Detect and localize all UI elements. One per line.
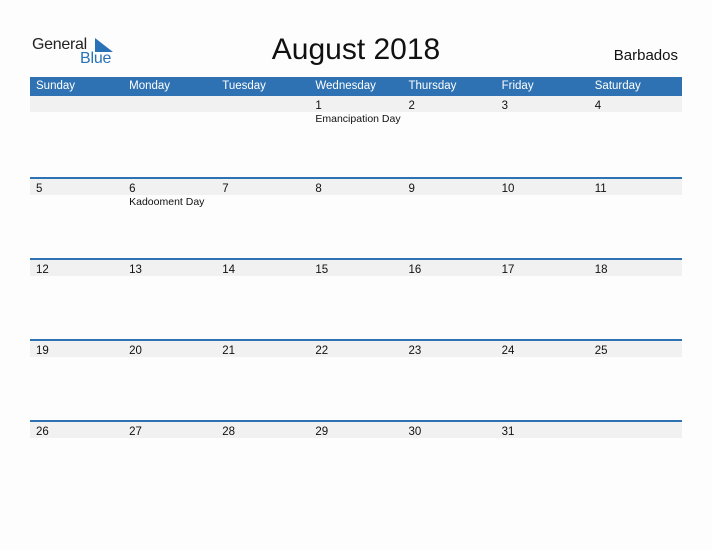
day-number: 8 — [315, 183, 322, 195]
day-number: 16 — [408, 264, 422, 276]
day-cell — [30, 96, 123, 112]
day-number: 29 — [315, 426, 329, 438]
day-number: 19 — [36, 345, 49, 357]
day-cell — [123, 96, 216, 112]
day-number: 28 — [222, 426, 236, 438]
day-number: 26 — [36, 426, 49, 438]
date-strip: 12 13 14 15 16 17 18 — [30, 260, 682, 276]
day-cell: 29 — [309, 422, 402, 438]
day-number: 18 — [594, 264, 608, 276]
holiday-label: Kadooment Day — [129, 196, 205, 208]
day-cell — [589, 422, 682, 438]
day-cell: 5 — [30, 179, 123, 195]
day-cell: 31 — [496, 422, 589, 438]
day-cell: 14 — [216, 260, 309, 276]
date-strip: 5 6 Kadooment Day 7 8 9 10 11 — [30, 179, 682, 208]
day-number: 4 — [594, 100, 602, 112]
day-number: 20 — [129, 345, 142, 357]
day-cell: 22 — [309, 341, 402, 357]
day-cell: 18 — [589, 260, 682, 276]
day-number: 5 — [36, 183, 43, 195]
day-cell: 28 — [216, 422, 309, 438]
day-cell: 27 — [123, 422, 216, 438]
day-cell: 19 — [30, 341, 123, 357]
day-cell: 21 — [216, 341, 309, 357]
holiday-label: Emancipation Day — [315, 113, 401, 125]
day-number: 3 — [501, 100, 509, 112]
day-cell: 4 — [589, 96, 682, 112]
day-number: 30 — [408, 426, 422, 438]
week-row: 5 6 Kadooment Day 7 8 9 10 11 — [30, 177, 682, 258]
day-cell: 15 — [309, 260, 402, 276]
day-cell: 10 — [496, 179, 589, 195]
day-number: 23 — [408, 345, 422, 357]
day-cell: 2 — [403, 96, 496, 112]
day-number: 14 — [222, 264, 236, 276]
day-cell — [216, 96, 309, 112]
day-cell: 8 — [309, 179, 402, 195]
day-number: 11 — [594, 183, 607, 195]
week-row: 1 Emancipation Day 2 3 4 — [30, 96, 682, 177]
day-cell: 6 Kadooment Day — [123, 179, 216, 208]
day-cell: 9 — [403, 179, 496, 195]
day-number: 10 — [501, 183, 515, 195]
date-strip: 26 27 28 29 30 31 — [30, 422, 682, 438]
day-number: 2 — [408, 100, 415, 112]
day-number: 31 — [501, 426, 515, 438]
day-cell: 11 — [589, 179, 682, 195]
weekday-header: Sunday Monday Tuesday Wednesday Thursday Frid… — [30, 77, 682, 96]
day-cell: 30 — [403, 422, 496, 438]
day-number: 17 — [501, 264, 515, 276]
day-number: 15 — [315, 264, 329, 276]
day-cell: 20 — [123, 341, 216, 357]
page-title: August 2018 — [271, 33, 441, 66]
weekday-wednesday: Wednesday — [315, 80, 376, 92]
day-number: 6 — [129, 183, 136, 195]
day-cell: 7 — [216, 179, 309, 195]
day-cell: 24 — [496, 341, 589, 357]
date-strip: 1 Emancipation Day 2 3 4 — [30, 96, 682, 125]
day-number: 12 — [36, 264, 49, 276]
date-strip: 19 20 21 22 23 24 25 — [30, 341, 682, 357]
day-cell: 26 — [30, 422, 123, 438]
day-cell: 3 — [496, 96, 589, 112]
day-cell: 1 Emancipation Day — [309, 96, 402, 125]
week-row: 19 20 21 22 23 24 25 — [30, 339, 682, 420]
day-cell: 23 — [403, 341, 496, 357]
day-number: 13 — [129, 264, 142, 276]
week-row: 12 13 14 15 16 17 18 — [30, 258, 682, 339]
day-cell: 25 — [589, 341, 682, 357]
day-cell: 16 — [403, 260, 496, 276]
day-number: 9 — [408, 183, 415, 195]
calendar-grid: Sunday Monday Tuesday Wednesday Thursday Frid… — [30, 77, 682, 501]
weekday-monday: Monday — [129, 80, 171, 92]
weekday-sunday: Sunday — [36, 80, 76, 92]
day-number: 7 — [222, 183, 229, 195]
week-row: 26 27 28 29 30 31 — [30, 420, 682, 501]
day-number: 1 — [315, 100, 322, 112]
day-number: 22 — [315, 345, 329, 357]
day-number: 24 — [501, 345, 515, 357]
weekday-saturday: Saturday — [594, 80, 641, 92]
country-label: Barbados — [613, 47, 678, 64]
weekday-tuesday: Tuesday — [222, 80, 266, 92]
day-number: 27 — [129, 426, 142, 438]
day-cell: 13 — [123, 260, 216, 276]
weekday-friday: Friday — [501, 80, 534, 92]
day-cell: 17 — [496, 260, 589, 276]
day-number: 25 — [594, 345, 608, 357]
weekday-thursday: Thursday — [408, 80, 457, 92]
day-cell: 12 — [30, 260, 123, 276]
day-number: 21 — [222, 345, 236, 357]
